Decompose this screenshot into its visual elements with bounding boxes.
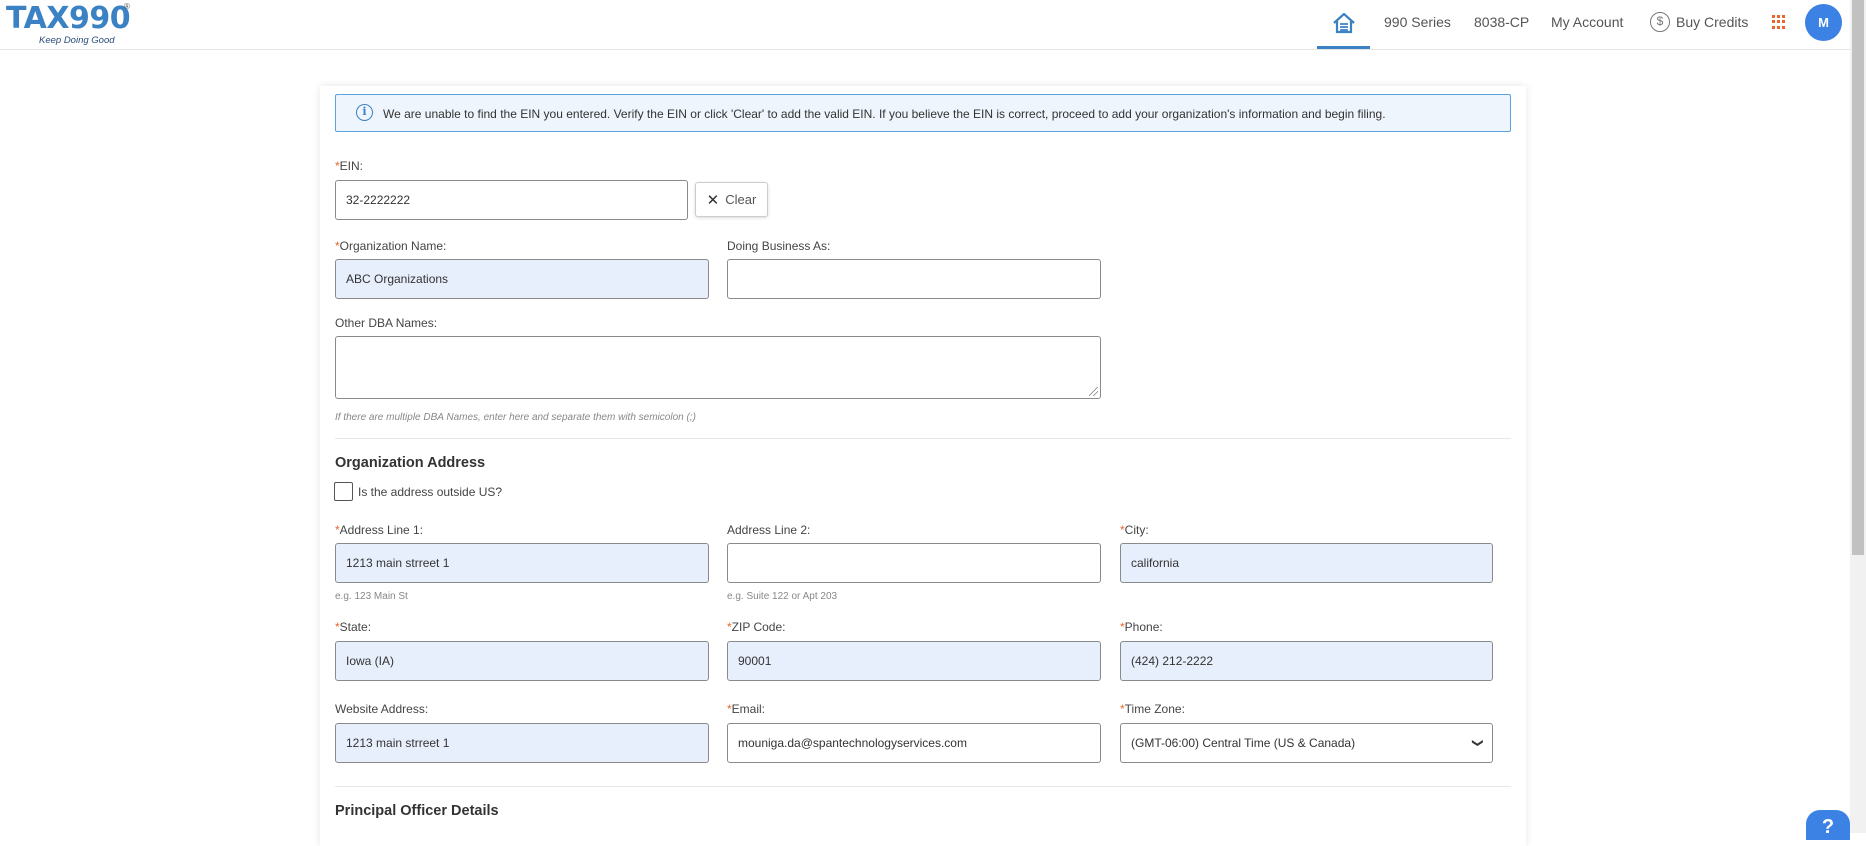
nav-990-series[interactable]: 990 Series	[1384, 14, 1451, 30]
apps-grid-icon[interactable]	[1772, 15, 1786, 29]
city-label: *City:	[1120, 523, 1149, 537]
other-dba-names-label: Other DBA Names:	[335, 316, 438, 330]
clear-ein-button[interactable]: ✕ Clear	[695, 182, 768, 217]
user-avatar[interactable]: M	[1805, 4, 1842, 41]
help-button[interactable]: ?	[1806, 810, 1850, 840]
organization-name-input[interactable]: ABC Organizations	[335, 259, 709, 299]
phone-input[interactable]: (424) 212-2222	[1120, 641, 1493, 681]
top-navigation-bar: TAX990 ® Keep Doing Good 990 Series 8038…	[0, 0, 1850, 50]
close-icon: ✕	[706, 191, 720, 209]
logo-tagline: Keep Doing Good	[39, 35, 115, 46]
email-input[interactable]: mouniga.da@spantechnologyservices.com	[727, 723, 1101, 763]
time-zone-label: *Time Zone:	[1120, 702, 1185, 716]
address-line-1-label: *Address Line 1:	[335, 523, 424, 537]
website-address-input[interactable]: 1213 main strreet 1	[335, 723, 709, 763]
ein-not-found-alert: i We are unable to find the EIN you ente…	[335, 94, 1511, 132]
chevron-down-icon: ❯	[1471, 738, 1484, 748]
ein-label: *EIN:	[335, 159, 364, 173]
zip-code-input[interactable]: 90001	[727, 641, 1101, 681]
ein-input[interactable]: 32-2222222	[335, 180, 688, 220]
principal-officer-heading: Principal Officer Details	[335, 803, 499, 819]
phone-label: *Phone:	[1120, 620, 1163, 634]
scrollbar-thumb[interactable]	[1852, 0, 1864, 555]
nav-8038-cp[interactable]: 8038-CP	[1474, 14, 1529, 30]
section-divider	[335, 438, 1511, 439]
alert-message: We are unable to find the EIN you entere…	[383, 107, 1386, 121]
address-line-1-hint: e.g. 123 Main St	[335, 591, 408, 602]
organization-name-label: *Organization Name:	[335, 239, 447, 253]
city-input[interactable]: california	[1120, 543, 1493, 583]
time-zone-select[interactable]: (GMT-06:00) Central Time (US & Canada) ❯	[1120, 723, 1493, 763]
website-address-label: Website Address:	[335, 702, 429, 716]
tax990-logo[interactable]: TAX990 ® Keep Doing Good	[6, 1, 131, 47]
email-label: *Email:	[727, 702, 766, 716]
doing-business-as-label: Doing Business As:	[727, 239, 831, 253]
state-label: *State:	[335, 620, 372, 634]
time-zone-value: (GMT-06:00) Central Time (US & Canada)	[1131, 736, 1356, 750]
address-line-2-input[interactable]	[727, 543, 1101, 583]
other-dba-names-textarea[interactable]	[335, 336, 1101, 399]
clear-label: Clear	[725, 192, 757, 207]
doing-business-as-input[interactable]	[727, 259, 1101, 299]
outside-us-checkbox[interactable]	[334, 482, 353, 501]
zip-code-label: *ZIP Code:	[727, 620, 786, 634]
state-select[interactable]: Iowa (IA)	[335, 641, 709, 681]
home-tab[interactable]	[1317, 0, 1370, 49]
info-icon: i	[356, 104, 373, 121]
page-scrollbar[interactable]	[1850, 0, 1866, 833]
nav-buy-credits[interactable]: Buy Credits	[1676, 14, 1748, 30]
address-line-2-hint: e.g. Suite 122 or Apt 203	[727, 591, 838, 602]
logo-text: TAX990	[6, 1, 131, 36]
organization-address-heading: Organization Address	[335, 455, 486, 471]
section-divider-2	[335, 786, 1511, 787]
address-line-1-input[interactable]: 1213 main strreet 1	[335, 543, 709, 583]
outside-us-label: Is the address outside US?	[358, 485, 503, 499]
resize-handle-icon[interactable]	[1089, 387, 1098, 396]
address-line-2-label: Address Line 2:	[727, 523, 811, 537]
logo-registered-mark: ®	[124, 2, 130, 11]
other-dba-hint: If there are multiple DBA Names, enter h…	[335, 412, 696, 423]
dollar-icon: $	[1650, 12, 1670, 32]
nav-my-account[interactable]: My Account	[1551, 14, 1623, 30]
home-icon	[1332, 12, 1355, 34]
